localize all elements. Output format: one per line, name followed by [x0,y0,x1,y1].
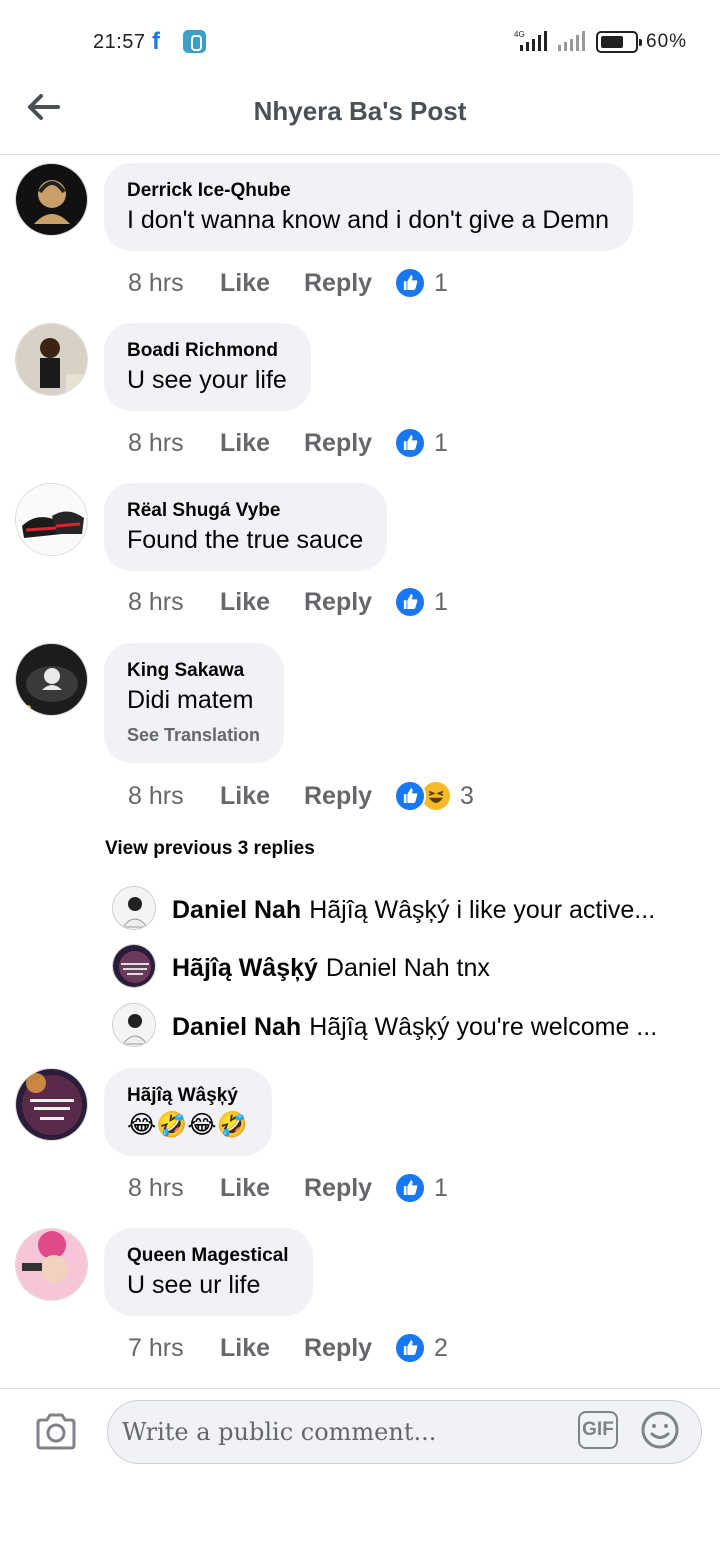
comment-time: 8 hrs [128,429,184,457]
app-icon [183,30,206,53]
reply-author[interactable]: Daniel Nah [172,1013,301,1041]
like-button[interactable]: Like [220,1171,270,1205]
reaction-count[interactable]: 1 [434,266,448,300]
reply-line: Hãjîą Wâşķý Daniel Nah tnx [172,952,682,984]
like-button[interactable]: Like [220,426,270,460]
reply-author[interactable]: Daniel Nah [172,896,301,924]
reply-text: Daniel Nah tnx [325,954,490,982]
reply-button[interactable]: Reply [304,1171,372,1205]
reaction-count[interactable]: 3 [460,779,474,813]
comment-author[interactable]: Hãjîą Wâşķý [127,1084,248,1108]
like-button[interactable]: Like [220,1331,270,1365]
like-reaction-icon[interactable] [394,586,426,618]
comment-text: I don't wanna know and i don't give a De… [127,206,610,234]
comment-text: Found the true sauce [127,526,364,554]
avatar[interactable] [112,944,156,988]
reply-button[interactable]: Reply [304,585,372,619]
like-button[interactable]: Like [220,585,270,619]
reaction-count[interactable]: 1 [434,426,448,460]
avatar[interactable] [15,1228,88,1301]
reply-item[interactable]: Hãjîą Wâşķý Daniel Nah tnx [112,944,702,990]
comment-bubble[interactable]: Boadi Richmond U see your life [104,323,311,411]
gif-icon[interactable]: GIF [578,1411,618,1449]
like-reaction-icon[interactable] [394,1332,426,1364]
reply-button[interactable]: Reply [304,1331,372,1365]
page-title: Nhyera Ba's Post [253,96,467,126]
reply-button[interactable]: Reply [304,426,372,460]
reply-button[interactable]: Reply [304,266,372,300]
emoji-icon[interactable] [640,1410,680,1450]
comment-time: 7 hrs [128,1334,184,1362]
status-time: 21:57 [93,31,146,53]
reply-button[interactable]: Reply [304,779,372,813]
comment-bubble[interactable]: Rëal Shugá Vybe Found the true sauce [104,483,388,571]
comment-author[interactable]: Queen Magestical [127,1244,289,1268]
view-previous-replies-link[interactable]: View previous 3 replies [105,838,315,860]
camera-icon[interactable] [34,1411,78,1451]
battery-percent: 60% [646,31,688,52]
signal-icon: 4G [514,30,547,51]
reply-text: Hãjîą Wâşķý i like your active... [309,896,656,924]
avatar[interactable] [15,323,88,396]
comment-text: 😂🤣😂🤣 [127,1111,248,1139]
comment-text: U see your life [127,366,287,394]
facebook-icon: f [152,28,160,55]
like-button[interactable]: Like [220,779,270,813]
like-reaction-icon[interactable] [394,780,426,812]
see-translation-link[interactable]: See Translation [127,721,260,749]
battery-icon [596,31,642,53]
comment-text: Didi matem [127,686,254,714]
comment-author[interactable]: Rëal Shugá Vybe [127,499,363,523]
reply-author[interactable]: Hãjîą Wâşķý [172,954,318,982]
comment-time: 8 hrs [128,588,184,616]
post-header: Nhyera Ba's Post [0,82,720,155]
comment-text: U see ur life [127,1271,261,1299]
comment-bubble[interactable]: King Sakawa Didi matem See Translation [104,643,285,763]
comment-bubble[interactable]: Queen Magestical U see ur life [104,1228,313,1316]
avatar[interactable] [112,1003,156,1047]
like-reaction-icon[interactable] [394,1172,426,1204]
reply-line: Daniel Nah Hãjîą Wâşķý you're welcome ... [172,1011,682,1043]
avatar[interactable] [15,643,88,716]
avatar[interactable] [15,163,88,236]
comment-time: 8 hrs [128,269,184,297]
avatar[interactable] [15,483,88,556]
avatar[interactable] [112,886,156,930]
comment-author[interactable]: King Sakawa [127,659,260,683]
comment-author[interactable]: Boadi Richmond [127,339,287,363]
comment-time: 8 hrs [128,782,184,810]
comment-bubble[interactable]: Derrick Ice-Qhube I don't wanna know and… [104,163,634,251]
reaction-count[interactable]: 1 [434,1171,448,1205]
reaction-count[interactable]: 2 [434,1331,448,1365]
like-reaction-icon[interactable] [394,427,426,459]
comment-time: 8 hrs [128,1174,184,1202]
reply-text: Hãjîą Wâşķý you're welcome ... [309,1013,658,1041]
reply-line: Daniel Nah Hãjîą Wâşķý i like your active… [172,894,682,926]
status-bar: 21:57 f 4G 60% [0,0,720,82]
reply-item[interactable]: Daniel Nah Hãjîą Wâşķý you're welcome ... [112,1003,702,1049]
comment-bubble[interactable]: Hãjîą Wâşķý 😂🤣😂🤣 [104,1068,272,1156]
reaction-count[interactable]: 1 [434,585,448,619]
avatar[interactable] [15,1068,88,1141]
like-button[interactable]: Like [220,266,270,300]
comment-author[interactable]: Derrick Ice-Qhube [127,179,609,203]
network-type: 4G [514,30,525,39]
comment-composer: GIF [0,1388,720,1560]
like-reaction-icon[interactable] [394,267,426,299]
signal-icon [558,31,585,51]
reply-item[interactable]: Daniel Nah Hãjîą Wâşķý i like your active… [112,886,702,932]
